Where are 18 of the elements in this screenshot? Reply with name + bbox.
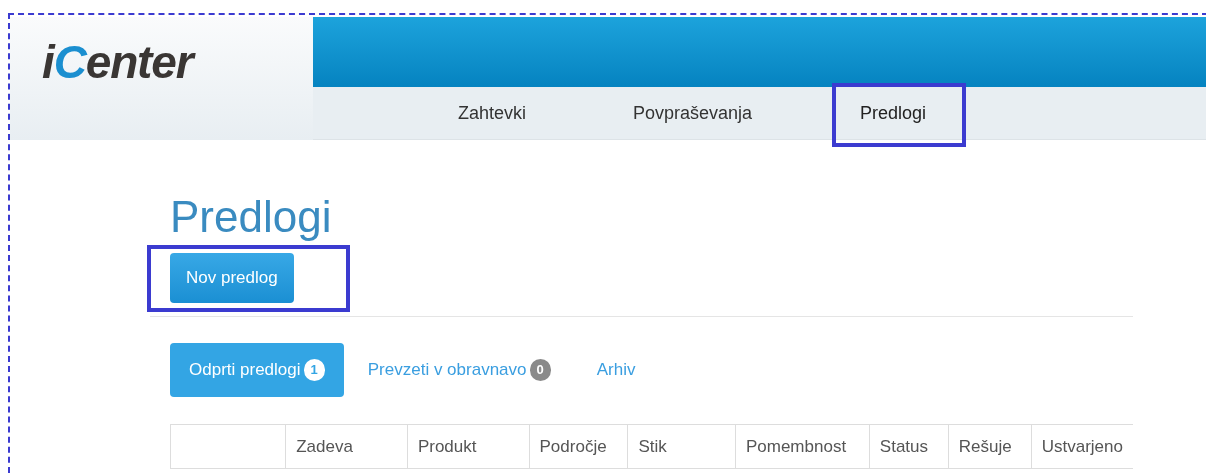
count-badge: 1 (303, 359, 325, 381)
tab[interactable]: Prevzeti v obravnavo 0 (365, 343, 553, 397)
column-header: Status (869, 424, 949, 469)
nav-link[interactable]: Povpraševanja (631, 100, 755, 127)
tab[interactable]: Arhiv (594, 343, 638, 397)
column-header: Produkt (407, 424, 530, 469)
column-header: Zadeva (285, 424, 408, 469)
column-header: Področje (529, 424, 628, 469)
page-title: Predlogi (170, 195, 333, 239)
column-header: Pomembnost (735, 424, 870, 469)
column-header: Stik (627, 424, 736, 469)
count-badge: 0 (529, 359, 551, 381)
column-header: Rešuje (948, 424, 1032, 469)
new-proposal-button[interactable]: Nov predlog (170, 253, 294, 303)
column-header: Ustvarjeno (1031, 424, 1133, 469)
nav-link[interactable]: Zahtevki (456, 100, 529, 127)
nav-link[interactable]: Predlogi (858, 100, 929, 127)
tab[interactable]: Odprti predlogi 1 (170, 343, 344, 397)
